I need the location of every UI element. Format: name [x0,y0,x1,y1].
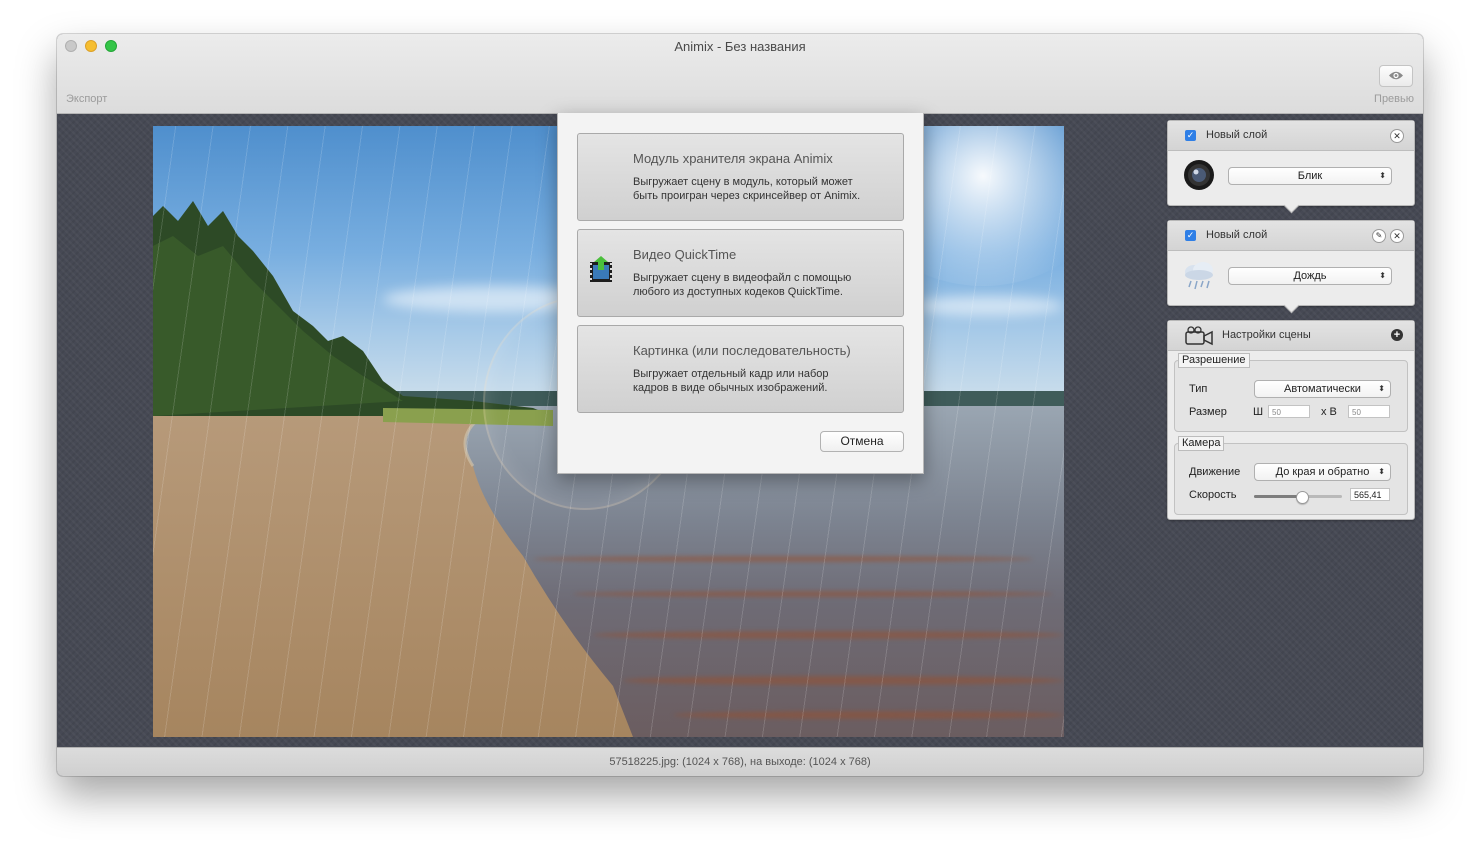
export-toolbar-label[interactable]: Экспорт [66,93,107,105]
remove-layer-icon[interactable]: ✕ [1390,229,1404,243]
eye-icon [1389,71,1403,80]
cancel-button[interactable]: Отмена [820,431,904,452]
status-bar: 57518225.jpg: (1024 x 768), на выходе: (… [57,747,1423,776]
camera-group-label: Камера [1178,436,1225,451]
layer-effect-value: Блик [1297,170,1323,182]
edit-layer-icon[interactable]: ✎ [1372,229,1386,243]
add-layer-icon[interactable]: + [1391,329,1403,341]
height-label: x В [1321,406,1337,418]
layer-title: Новый слой [1206,229,1268,241]
preview-button[interactable] [1379,65,1413,87]
resolution-type-select[interactable]: Автоматически ⬍ [1254,380,1391,398]
remove-layer-icon[interactable]: ✕ [1390,129,1404,143]
speed-field[interactable]: 565,41 [1350,488,1390,501]
layer-header: ✓ Новый слой ✕ [1168,121,1414,151]
export-option-image[interactable]: Картинка (или последовательность) Выгруж… [577,325,904,413]
option-title: Картинка (или последовательность) [633,343,851,358]
resolution-group-label: Разрешение [1178,353,1250,368]
option-description: Выгружает сцену в модуль, который может … [633,176,861,202]
layer-effect-value: Дождь [1293,270,1327,282]
scene-settings-panel: Настройки сцены + Разрешение Тип Автомат… [1167,320,1415,520]
speed-slider-fill [1254,495,1303,498]
select-arrows-icon: ⬍ [1378,467,1385,476]
camera-motion-select[interactable]: До края и обратно ⬍ [1254,463,1391,481]
select-arrows-icon: ⬍ [1379,171,1386,180]
resolution-type-label: Тип [1189,383,1208,395]
width-label: Ш [1253,406,1264,418]
export-option-quicktime[interactable]: Видео QuickTime Выгружает сцену в видеоф… [577,229,904,317]
option-description: Выгружает отдельный кадр или набор кадро… [633,368,829,394]
width-field[interactable]: 50 [1268,405,1310,418]
resolution-size-label: Размер [1189,406,1227,418]
layer-title: Новый слой [1206,129,1268,141]
layer-enabled-checkbox[interactable]: ✓ [1185,130,1196,141]
export-sheet: Модуль хранителя экрана Animix Выгружает… [557,113,924,474]
camera-speed-label: Скорость [1189,489,1237,501]
lens-flare-icon [1184,160,1214,190]
height-field[interactable]: 50 [1348,405,1390,418]
scene-settings-title: Настройки сцены [1222,329,1311,341]
select-arrows-icon: ⬍ [1378,384,1385,393]
option-title: Модуль хранителя экрана Animix [633,151,833,166]
quicktime-video-icon [590,256,612,282]
layer-effect-select[interactable]: Блик ⬍ [1228,167,1392,185]
select-arrows-icon: ⬍ [1379,271,1386,280]
window-title: Animix - Без названия [674,39,806,54]
layer-enabled-checkbox[interactable]: ✓ [1185,230,1196,241]
resolution-type-value: Автоматически [1284,383,1361,395]
layer-panel-rain: ✓ Новый слой ✎ ✕ Дождь ⬍ [1167,220,1415,314]
titlebar: Animix - Без названия Экспорт Превью [57,34,1423,114]
camera-motion-label: Движение [1189,466,1241,478]
layer-panel-flare: ✓ Новый слой ✕ Блик ⬍ [1167,120,1415,214]
option-title: Видео QuickTime [633,247,737,262]
rain-cloud-icon [1185,262,1213,290]
scene-settings-header: Настройки сцены + [1168,321,1414,351]
app-window: Animix - Без названия Экспорт Превью Мод… [57,34,1423,776]
resolution-group: Разрешение Тип Автоматически ⬍ Размер Ш … [1174,353,1408,432]
layer-effect-select[interactable]: Дождь ⬍ [1228,267,1392,285]
preview-toolbar-label[interactable]: Превью [1374,93,1414,105]
export-option-screensaver[interactable]: Модуль хранителя экрана Animix Выгружает… [577,133,904,221]
option-description: Выгружает сцену в видеофайл с помощью лю… [633,272,852,298]
speed-slider-knob[interactable] [1296,491,1310,504]
video-camera-icon [1185,326,1213,346]
camera-motion-value: До края и обратно [1275,466,1370,478]
layer-header: ✓ Новый слой ✎ ✕ [1168,221,1414,251]
camera-group: Камера Движение До края и обратно ⬍ Скор… [1174,436,1408,515]
